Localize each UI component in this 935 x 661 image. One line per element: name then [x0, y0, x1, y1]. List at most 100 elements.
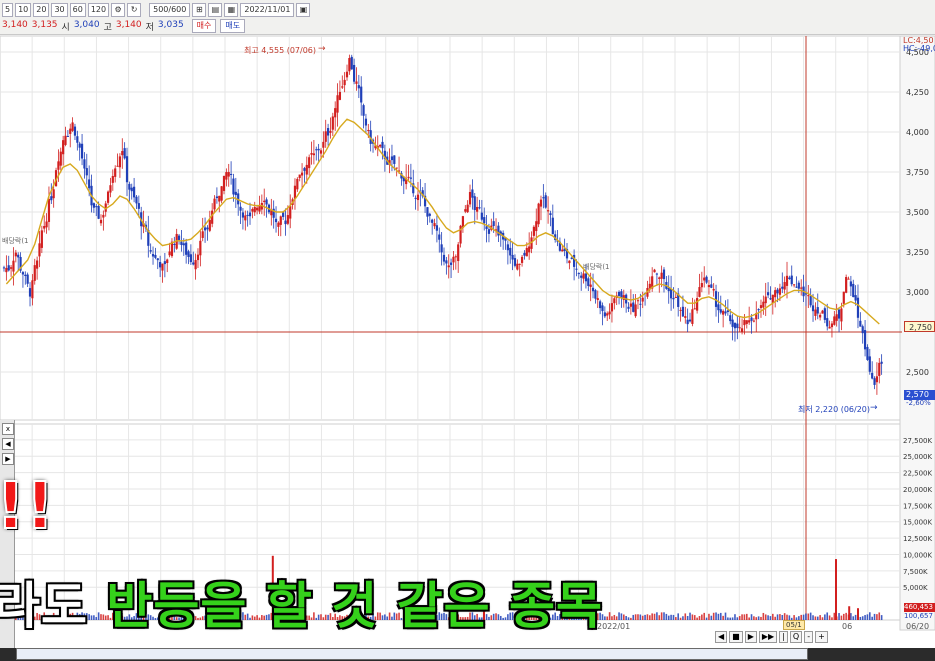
volume-bar: [641, 615, 644, 620]
volume-bar: [656, 612, 658, 620]
volume-bar: [722, 615, 724, 620]
volume-bar: [779, 614, 781, 620]
candle-body: [379, 145, 382, 147]
zoom-in-button[interactable]: +: [815, 630, 828, 643]
candle-body: [426, 207, 429, 217]
candle-body: [752, 320, 755, 322]
candle-body: [137, 203, 140, 209]
stock-chart[interactable]: 4,5004,2504,0003,7503,5003,2503,0002,500…: [0, 0, 935, 661]
candle-body: [154, 254, 157, 258]
candle-body: [338, 91, 342, 100]
nav-prev-button[interactable]: ◀: [715, 630, 728, 643]
candle-body: [577, 273, 580, 275]
candle-body: [769, 298, 772, 300]
candle-body: [102, 214, 105, 218]
candle-body: [523, 252, 526, 256]
candle-body: [542, 197, 545, 199]
candle-body: [78, 143, 81, 148]
candle-body: [59, 151, 62, 166]
nav-next-button[interactable]: ▶: [744, 630, 757, 643]
candle-body: [149, 250, 152, 252]
candle-body: [50, 196, 53, 201]
candle-body: [97, 206, 100, 219]
candle-body: [608, 311, 611, 315]
volume-bar: [807, 613, 810, 620]
volume-bar: [634, 614, 637, 620]
candle-body: [591, 287, 595, 292]
candle-body: [315, 149, 318, 151]
candle-body: [407, 176, 410, 178]
panel-prev-button[interactable]: ◀: [2, 438, 14, 450]
candle-body: [634, 304, 637, 317]
candle-body: [440, 244, 443, 253]
candle-body: [532, 226, 535, 236]
volume-bar: [821, 617, 824, 620]
volume-bar: [774, 616, 776, 620]
candle-body: [492, 221, 495, 227]
volume-tick-label: 20,000K: [903, 486, 932, 494]
candle-body: [433, 223, 436, 227]
candle-body: [696, 298, 699, 311]
candle-body: [196, 254, 200, 261]
candle-body: [206, 227, 209, 230]
candle-body: [161, 263, 164, 271]
candle-body: [151, 254, 155, 257]
candle-body: [438, 234, 441, 240]
candle-body: [416, 194, 420, 201]
candle-body: [859, 320, 862, 327]
price-tick-label: 3,750: [906, 168, 929, 177]
volume-bar: [620, 613, 623, 620]
volume-bar: [833, 612, 836, 620]
candle-body: [92, 203, 95, 208]
candle-body: [658, 277, 661, 279]
candle-body: [300, 172, 304, 176]
candle-body: [601, 305, 604, 312]
volume-bar: [854, 614, 857, 620]
zoom-search-icon[interactable]: Q: [789, 630, 803, 643]
candle-body: [26, 274, 29, 284]
candle-body: [842, 291, 845, 304]
candle-body: [5, 267, 8, 273]
candle-body: [584, 273, 588, 282]
candle-body: [774, 290, 777, 298]
candle-body: [203, 227, 207, 231]
bottom-pane: [16, 648, 808, 660]
volume-bar: [608, 612, 611, 620]
candle-body: [125, 156, 129, 183]
volume-bar: [724, 612, 727, 620]
candle-body: [168, 251, 171, 256]
candle-body: [511, 254, 514, 260]
nav-stop-button[interactable]: ■: [729, 630, 743, 643]
price-tick-label: 2,500: [906, 368, 929, 377]
panel-next-button[interactable]: ▶: [2, 453, 14, 465]
candle-body: [106, 191, 110, 203]
candle-body: [227, 172, 230, 177]
volume-bar: [691, 614, 694, 620]
zoom-out-button[interactable]: -: [804, 630, 814, 643]
candle-body: [263, 200, 266, 203]
volume-bar: [776, 614, 779, 620]
volume-spike: [835, 559, 837, 620]
candle-body: [326, 128, 330, 136]
high-annotation: 최고 4,555 (07/06): [244, 46, 317, 55]
candle-body: [764, 296, 767, 304]
volume-bar: [653, 613, 656, 620]
candle-body: [617, 291, 621, 296]
candle-body: [36, 260, 39, 269]
candle-body: [778, 288, 782, 295]
nav-end-button[interactable]: ▶▶: [758, 630, 778, 643]
candle-body: [189, 254, 192, 263]
candle-body: [660, 272, 663, 279]
candle-body: [539, 199, 543, 207]
panel-close-button[interactable]: x: [2, 423, 14, 435]
candle-body: [516, 263, 519, 270]
candle-body: [270, 210, 273, 216]
candle-body: [781, 286, 784, 289]
candle-body: [826, 318, 829, 327]
candle-body: [180, 241, 183, 245]
volume-bar: [646, 614, 649, 620]
bottom-status-strip: [0, 648, 935, 661]
volume-bar: [660, 612, 663, 620]
volume-tick-label: 17,500K: [903, 502, 932, 510]
candle-body: [57, 161, 60, 170]
